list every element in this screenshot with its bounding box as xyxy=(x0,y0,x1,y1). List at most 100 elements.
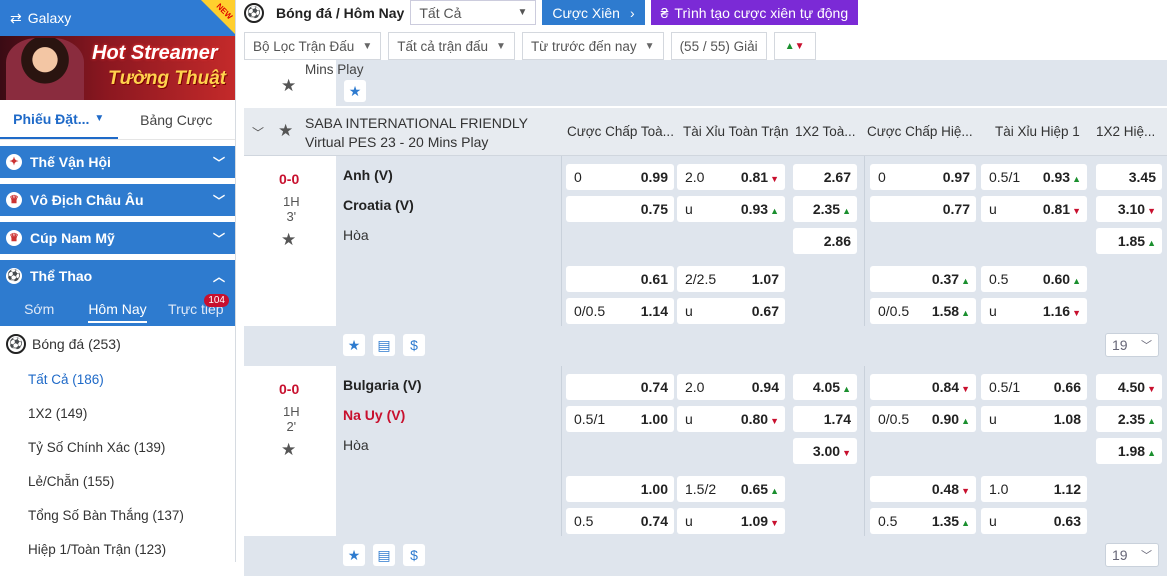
cashout-icon[interactable]: $ xyxy=(403,544,425,566)
odds-cell[interactable]: 0/0.5 0.90 ▲ xyxy=(870,406,976,432)
odds-value: 3.45 xyxy=(1128,169,1156,185)
more-markets-button[interactable]: 19 ﹀ xyxy=(1105,543,1159,567)
odds-cell[interactable]: 0.5 0.74 xyxy=(566,508,674,534)
more-markets-button[interactable]: 19 ﹀ xyxy=(1105,333,1159,357)
all-matches-select[interactable]: Tất cả trận đấu ▼ xyxy=(388,32,515,60)
odds-cell[interactable]: u 1.08 xyxy=(981,406,1087,432)
filter-bar: Bộ Lọc Trận Đấu ▼ Tất cả trận đấu ▼ Từ trư… xyxy=(244,32,823,60)
match-filter-select[interactable]: Bộ Lọc Trận Đấu ▼ xyxy=(244,32,382,60)
market-correct-score[interactable]: Tỷ Số Chính Xác (139) xyxy=(0,430,235,464)
odds-cell[interactable]: u 0.80 ▼ xyxy=(677,406,785,432)
stats-icon[interactable]: ▤ xyxy=(373,544,395,566)
market-select[interactable]: Tất Cả ▼ xyxy=(410,0,537,25)
odds-value: 0.37 ▲ xyxy=(931,271,970,287)
odds-cell[interactable]: 0.37 ▲ xyxy=(870,266,976,292)
odds-cell[interactable]: 4.05 ▲ xyxy=(793,374,857,400)
odds-cell[interactable]: 0.77 xyxy=(870,196,976,222)
odds-cell[interactable]: 2.67 xyxy=(793,164,857,190)
market-1x2[interactable]: 1X2 (149) xyxy=(0,396,235,430)
odds-cell[interactable]: 0 0.97 xyxy=(870,164,976,190)
odds-cell[interactable]: 1.85 ▲ xyxy=(1096,228,1162,254)
galaxy-header[interactable]: ⇄ Galaxy NEW xyxy=(0,0,235,36)
odds-cell[interactable]: 0.61 xyxy=(566,266,674,292)
odds-cell[interactable]: 0 0.99 xyxy=(566,164,674,190)
favorite-star-icon[interactable]: ★ xyxy=(343,544,365,566)
sidebar: ⇄ Galaxy NEW Hot Streamer Tường Thuật Ph… xyxy=(0,0,236,562)
time-range-select[interactable]: Từ trước đến nay ▼ xyxy=(521,32,664,60)
odds-cell[interactable]: 3.45 xyxy=(1096,164,1162,190)
odds-cell[interactable]: 1.98 ▲ xyxy=(1096,438,1162,464)
odds-cell[interactable]: 0.5/1 0.93 ▲ xyxy=(981,164,1087,190)
odds-cell[interactable]: 0.5 0.60 ▲ xyxy=(981,266,1087,292)
odds-cell[interactable]: 0.75 xyxy=(566,196,674,222)
chevron-down-icon: ﹀ xyxy=(1141,340,1152,352)
odds-line: 1.5/2 xyxy=(685,481,717,497)
odds-cell[interactable]: u 0.67 xyxy=(677,298,785,324)
odds-cell[interactable]: 1.74 xyxy=(793,406,857,432)
odds-cell[interactable]: 0.5/1 1.00 xyxy=(566,406,674,432)
tab-betslip[interactable]: Phiếu Đặt... ▼ xyxy=(0,100,118,139)
odds-cell[interactable]: 0.74 xyxy=(566,374,674,400)
odds-line: 2.0 xyxy=(685,169,705,185)
league-star-icon[interactable]: ★ xyxy=(278,121,293,141)
star-icon[interactable]: ★ xyxy=(281,76,296,96)
match-star-icon[interactable]: ★ xyxy=(281,440,296,460)
odds-cell[interactable]: u 0.93 ▲ xyxy=(677,196,785,222)
column-divider xyxy=(561,366,562,536)
tab-early[interactable]: Sớm xyxy=(0,301,78,317)
tab-bet-list[interactable]: Bảng Cược xyxy=(118,100,236,139)
league-count-select[interactable]: (55 / 55) Giải xyxy=(670,32,767,60)
stats-icon[interactable]: ▤ xyxy=(373,334,395,356)
odds-cell[interactable]: 2.86 xyxy=(793,228,857,254)
odds-cell[interactable]: 4.50 ▼ xyxy=(1096,374,1162,400)
odds-cell[interactable]: 0.5 1.35 ▲ xyxy=(870,508,976,534)
odds-cell[interactable]: 0/0.5 1.14 xyxy=(566,298,674,324)
odds-cell[interactable]: u 1.09 ▼ xyxy=(677,508,785,534)
cashout-icon[interactable]: $ xyxy=(403,334,425,356)
odds-cell[interactable]: 0/0.5 1.58 ▲ xyxy=(870,298,976,324)
sport-football[interactable]: ⚽ Bóng đá (253) xyxy=(0,326,235,362)
market-all[interactable]: Tất Cả (186) xyxy=(0,362,235,396)
column-divider xyxy=(561,156,562,326)
category-olympics[interactable]: ✦ Thế Vận Hội ﹀ xyxy=(0,146,235,178)
promo-banner[interactable]: Hot Streamer Tường Thuật xyxy=(0,36,235,100)
header-ht-handicap: Cược Chấp Hiệ... xyxy=(867,124,973,139)
sort-button[interactable]: ▲ ▼ xyxy=(773,32,816,60)
market-total-goals[interactable]: Tổng Số Bàn Thắng (137) xyxy=(0,498,235,532)
odds-value: 1.09 ▼ xyxy=(740,513,779,529)
odds-cell[interactable]: 3.10 ▼ xyxy=(1096,196,1162,222)
odds-cell[interactable]: 1.0 1.12 xyxy=(981,476,1087,502)
odds-cell[interactable]: 2.0 0.94 xyxy=(677,374,785,400)
odds-cell[interactable]: 0.48 ▼ xyxy=(870,476,976,502)
category-sports[interactable]: ⚽ Thể Thao ︿ xyxy=(0,260,235,292)
odds-cell[interactable]: 0.5/1 0.66 xyxy=(981,374,1087,400)
odds-line: 0/0.5 xyxy=(878,411,910,427)
collapse-chevron-icon[interactable]: ﹀ xyxy=(252,124,264,141)
odds-up-icon: ▲ xyxy=(1072,276,1081,286)
parlay-button[interactable]: Cược Xiên › xyxy=(542,0,645,25)
odds-cell[interactable]: 1.00 xyxy=(566,476,674,502)
tab-today[interactable]: Hôm Nay xyxy=(78,301,156,323)
parlay-builder-button[interactable]: ₴ Trình tạo cược xiên tự động xyxy=(650,0,859,25)
page-title: Bóng đá / Hôm Nay xyxy=(276,4,405,21)
favorite-star-icon[interactable]: ★ xyxy=(343,334,365,356)
market-odd-even[interactable]: Lẻ/Chẵn (155) xyxy=(0,464,235,498)
odds-cell[interactable]: 0.84 ▼ xyxy=(870,374,976,400)
odds-up-icon: ▲ xyxy=(961,416,970,426)
odds-cell[interactable]: u 0.63 xyxy=(981,508,1087,534)
odds-cell[interactable]: 3.00 ▼ xyxy=(793,438,857,464)
favorite-star-icon[interactable]: ★ xyxy=(344,80,366,102)
odds-cell[interactable]: u 1.16 ▼ xyxy=(981,298,1087,324)
odds-cell[interactable]: 2/2.5 1.07 xyxy=(677,266,785,292)
odds-table: Mins Play ★ ★ ﹀ ★ SABA INTERNATIONAL FRI… xyxy=(244,60,1167,576)
market-ht-ft[interactable]: Hiệp 1/Toàn Trận (123) xyxy=(0,532,235,562)
match-star-icon[interactable]: ★ xyxy=(281,230,296,250)
odds-cell[interactable]: 2.35 ▲ xyxy=(793,196,857,222)
category-copa[interactable]: ♛ Cúp Nam Mỹ ﹀ xyxy=(0,222,235,254)
odds-cell[interactable]: 2.0 0.81 ▼ xyxy=(677,164,785,190)
home-team: Anh (V) xyxy=(343,167,393,183)
odds-cell[interactable]: 2.35 ▲ xyxy=(1096,406,1162,432)
category-euro[interactable]: ♛ Vô Địch Châu Âu ﹀ xyxy=(0,184,235,216)
odds-cell[interactable]: u 0.81 ▼ xyxy=(981,196,1087,222)
odds-cell[interactable]: 1.5/2 0.65 ▲ xyxy=(677,476,785,502)
